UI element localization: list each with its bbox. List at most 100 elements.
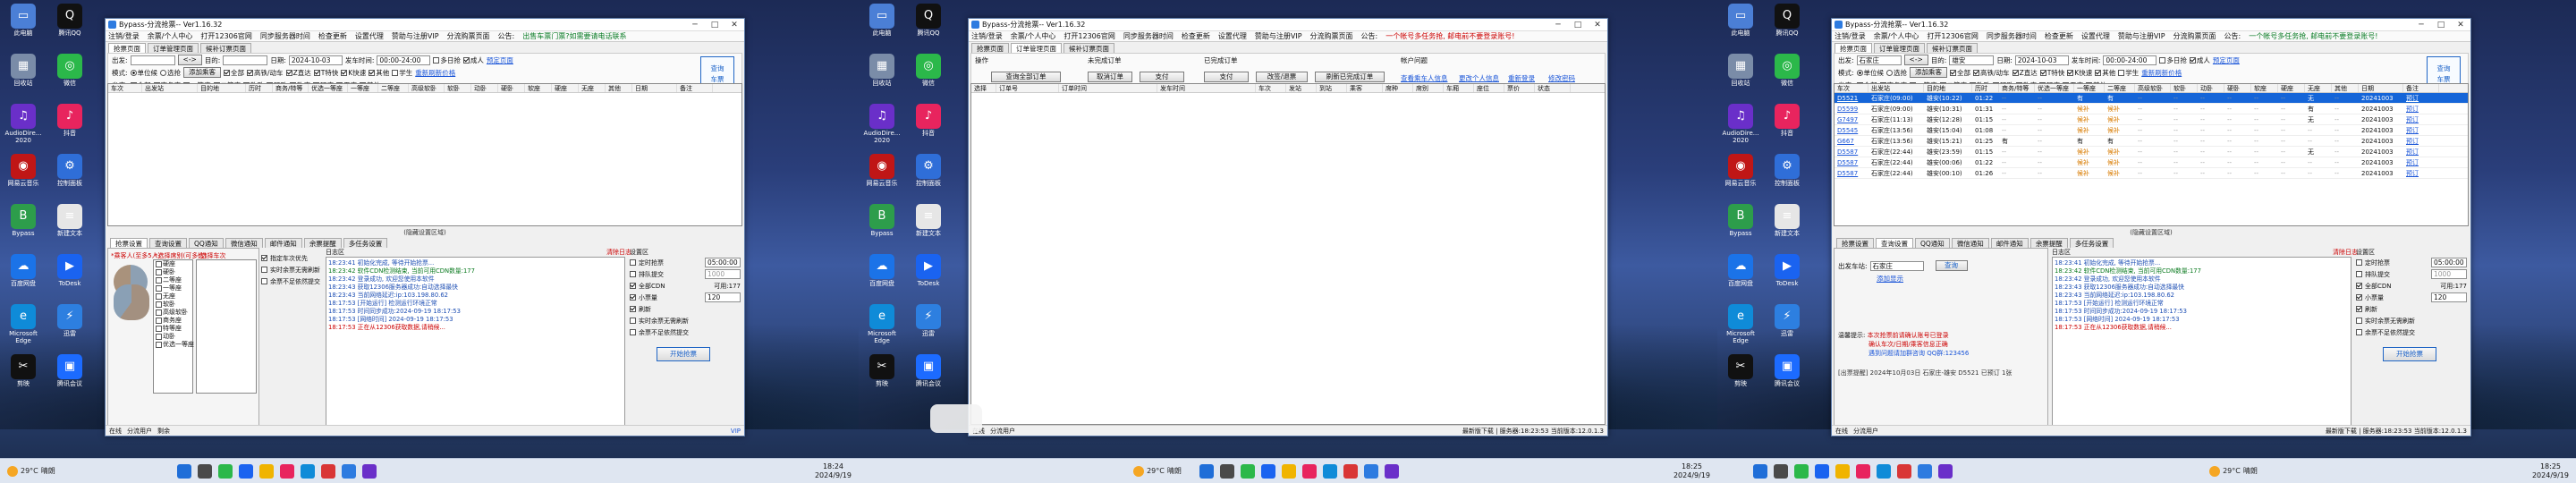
list-item[interactable]: 动卧 bbox=[156, 333, 192, 341]
taskbar-app-icon[interactable] bbox=[1199, 463, 1214, 479]
add-passenger-button[interactable]: 添加乘客 bbox=[1910, 67, 1948, 78]
column-header[interactable]: 日期 bbox=[632, 84, 677, 92]
type-option[interactable]: 选抢 bbox=[167, 69, 181, 77]
taskbar-app-icon[interactable] bbox=[1753, 463, 1767, 479]
add-display-link[interactable]: 添加显示 bbox=[1877, 274, 1903, 284]
taskbar-app-icon[interactable] bbox=[1918, 463, 1932, 479]
to-input[interactable] bbox=[223, 55, 268, 65]
adult-checkbox[interactable]: 成人 bbox=[2197, 56, 2210, 64]
column-header[interactable]: 商务/特等 bbox=[273, 84, 309, 92]
small-checkbox[interactable]: 小票量 bbox=[639, 293, 657, 302]
column-header[interactable]: 乘客 bbox=[1347, 84, 1383, 92]
taskbar-app-icon[interactable] bbox=[1363, 463, 1378, 479]
menu-personal[interactable]: 余票/个人中心 bbox=[1874, 31, 1919, 41]
column-header[interactable]: 座位 bbox=[1474, 84, 1504, 92]
menu-login[interactable]: 注销/登录 bbox=[971, 31, 1003, 41]
taskbar-app-icon[interactable] bbox=[239, 463, 253, 479]
desktop-icon[interactable]: ✂ 剪映 bbox=[860, 352, 903, 397]
link-relogin[interactable]: 重新登录 bbox=[1508, 73, 1535, 83]
table-row[interactable]: D5587 石家庄(22:44) 雄安(00:10) 01:26 -- -- 候补 候补 -- -… bbox=[1835, 168, 2468, 179]
type-option[interactable]: 全部 bbox=[231, 69, 244, 77]
desktop-icon[interactable]: ⚙ 控制面板 bbox=[1766, 152, 1809, 197]
column-header[interactable]: 席种 bbox=[1383, 84, 1413, 92]
timer-input[interactable]: 05:00:00 bbox=[705, 258, 741, 267]
book-link[interactable]: 预订 bbox=[2403, 168, 2439, 178]
bottom-tab[interactable]: 多任务设置 bbox=[343, 238, 388, 248]
type-option[interactable]: 其他 bbox=[376, 69, 389, 77]
refund-button[interactable]: 改签/退票 bbox=[1256, 72, 1308, 82]
link-book-page[interactable]: 预定页面 bbox=[487, 55, 513, 65]
book-link[interactable]: 预订 bbox=[2403, 114, 2439, 124]
menu-sync-time[interactable]: 同步服务器时间 bbox=[260, 31, 310, 41]
clock[interactable]: 18:25 2024/9/19 bbox=[1674, 462, 1710, 480]
column-header[interactable]: 席别 bbox=[1413, 84, 1444, 92]
tab-waitlist[interactable]: 候补订票页面 bbox=[1063, 43, 1114, 53]
clock[interactable]: 18:24 2024/9/19 bbox=[815, 462, 852, 480]
desktop-icon[interactable]: ⚡ 迅雷 bbox=[907, 302, 950, 347]
refresh-checkbox[interactable]: 刷新 bbox=[639, 305, 651, 314]
column-header[interactable]: 订单号 bbox=[996, 84, 1059, 92]
desktop-icon[interactable]: ♪ 抖音 bbox=[907, 102, 950, 147]
desktop-icon[interactable]: ▣ 腾讯会议 bbox=[48, 352, 91, 397]
menu-personal[interactable]: 余票/个人中心 bbox=[148, 31, 193, 41]
maximize-button[interactable]: □ bbox=[705, 21, 724, 30]
clock[interactable]: 18:25 2024/9/19 bbox=[2532, 462, 2569, 480]
date-input[interactable]: 2024-10-03 bbox=[2014, 55, 2069, 65]
desktop-icon[interactable]: ▭ 此电脑 bbox=[1719, 2, 1762, 47]
type-option[interactable]: 高铁/动车 bbox=[254, 69, 284, 77]
desktop-icon[interactable]: ▦ 回收站 bbox=[1719, 52, 1762, 97]
timer-input[interactable]: 05:00:00 bbox=[2431, 258, 2467, 267]
swap-button[interactable]: <-> bbox=[177, 55, 202, 65]
desktop-icon[interactable]: e Microsoft Edge bbox=[860, 302, 903, 347]
from-station-input[interactable]: 石家庄 bbox=[1869, 260, 1924, 271]
clear-log-button[interactable]: 清除日志 bbox=[606, 248, 631, 257]
status-vip[interactable]: VIP bbox=[731, 428, 741, 435]
list-item[interactable]: 优选一等座 bbox=[156, 341, 194, 349]
column-header[interactable]: 硬座 bbox=[2278, 84, 2305, 92]
seat-list[interactable]: 硬座 硬卧 二等座 一等座 无座 软卧 高级软卧 商务座 特等座 动卧 优选一等座 bbox=[153, 259, 194, 394]
tab-rob[interactable]: 抢票页面 bbox=[108, 43, 146, 53]
book-link[interactable]: 预订 bbox=[2403, 125, 2439, 135]
station-query-button[interactable]: 查询 bbox=[1935, 260, 1968, 271]
column-header[interactable]: 二等座 bbox=[2105, 84, 2135, 92]
desktop-icon[interactable]: ◉ 网易云音乐 bbox=[860, 152, 903, 197]
column-header[interactable]: 软卧 bbox=[2171, 84, 2198, 92]
bottom-tab[interactable]: 邮件通知 bbox=[1990, 238, 2029, 248]
taskbar-app-icon[interactable] bbox=[280, 463, 294, 479]
taskbar-app-icon[interactable] bbox=[1938, 463, 1953, 479]
column-header[interactable]: 到站 bbox=[1317, 84, 1347, 92]
desktop-icon[interactable]: ▣ 腾讯会议 bbox=[907, 352, 950, 397]
maximize-button[interactable]: □ bbox=[2431, 21, 2451, 30]
link-book-page[interactable]: 预定页面 bbox=[2213, 55, 2240, 65]
column-header[interactable]: 目的地 bbox=[198, 84, 246, 92]
no-repeat-checkbox[interactable]: 余票不足依然提交 bbox=[2365, 328, 2415, 337]
cdn-checkbox[interactable]: 全部CDN bbox=[2365, 282, 2392, 291]
pay-button[interactable]: 支付 bbox=[1140, 72, 1184, 82]
close-button[interactable]: ✕ bbox=[1588, 21, 1607, 30]
type-option[interactable]: T特快 bbox=[2047, 69, 2065, 77]
taskbar-app-icon[interactable] bbox=[177, 463, 191, 479]
train-list[interactable] bbox=[196, 259, 257, 394]
start-rob-button[interactable]: 开始抢票 bbox=[2383, 347, 2436, 361]
desktop-icon[interactable]: ♫ AudioDire... 2020 bbox=[2, 102, 45, 147]
desktop-icon[interactable]: ▦ 回收站 bbox=[2, 52, 45, 97]
taskbar-app-icon[interactable] bbox=[198, 463, 212, 479]
tab-rob[interactable]: 抢票页面 bbox=[971, 43, 1009, 53]
desktop-icon[interactable]: ≡ 新建文本 bbox=[1766, 202, 1809, 247]
link-refresh-price[interactable]: 重新刷新价格 bbox=[2141, 68, 2182, 78]
list-item[interactable]: 一等座 bbox=[156, 284, 192, 292]
maximize-button[interactable]: □ bbox=[1568, 21, 1588, 30]
column-header[interactable]: 硬座 bbox=[552, 84, 579, 92]
menu-vip[interactable]: 赞助与注册VIP bbox=[1255, 31, 1302, 41]
desktop-icon[interactable]: ✂ 剪映 bbox=[1719, 352, 1762, 397]
menu-update[interactable]: 检查更新 bbox=[318, 31, 347, 41]
time-select[interactable]: 00:00-24:00 bbox=[377, 55, 431, 65]
desktop-icon[interactable]: ♫ AudioDire... 2020 bbox=[860, 102, 903, 147]
taskbar-app-icon[interactable] bbox=[301, 463, 315, 479]
desktop-icon[interactable]: Q 腾讯QQ bbox=[48, 2, 91, 47]
bottom-tab[interactable]: 邮件通知 bbox=[264, 238, 302, 248]
column-header[interactable]: 软卧 bbox=[445, 84, 471, 92]
type-option[interactable]: K快速 bbox=[2074, 69, 2092, 77]
desktop-icon[interactable]: ☁ 百度网盘 bbox=[2, 252, 45, 297]
time-select[interactable]: 00:00-24:00 bbox=[2103, 55, 2157, 65]
